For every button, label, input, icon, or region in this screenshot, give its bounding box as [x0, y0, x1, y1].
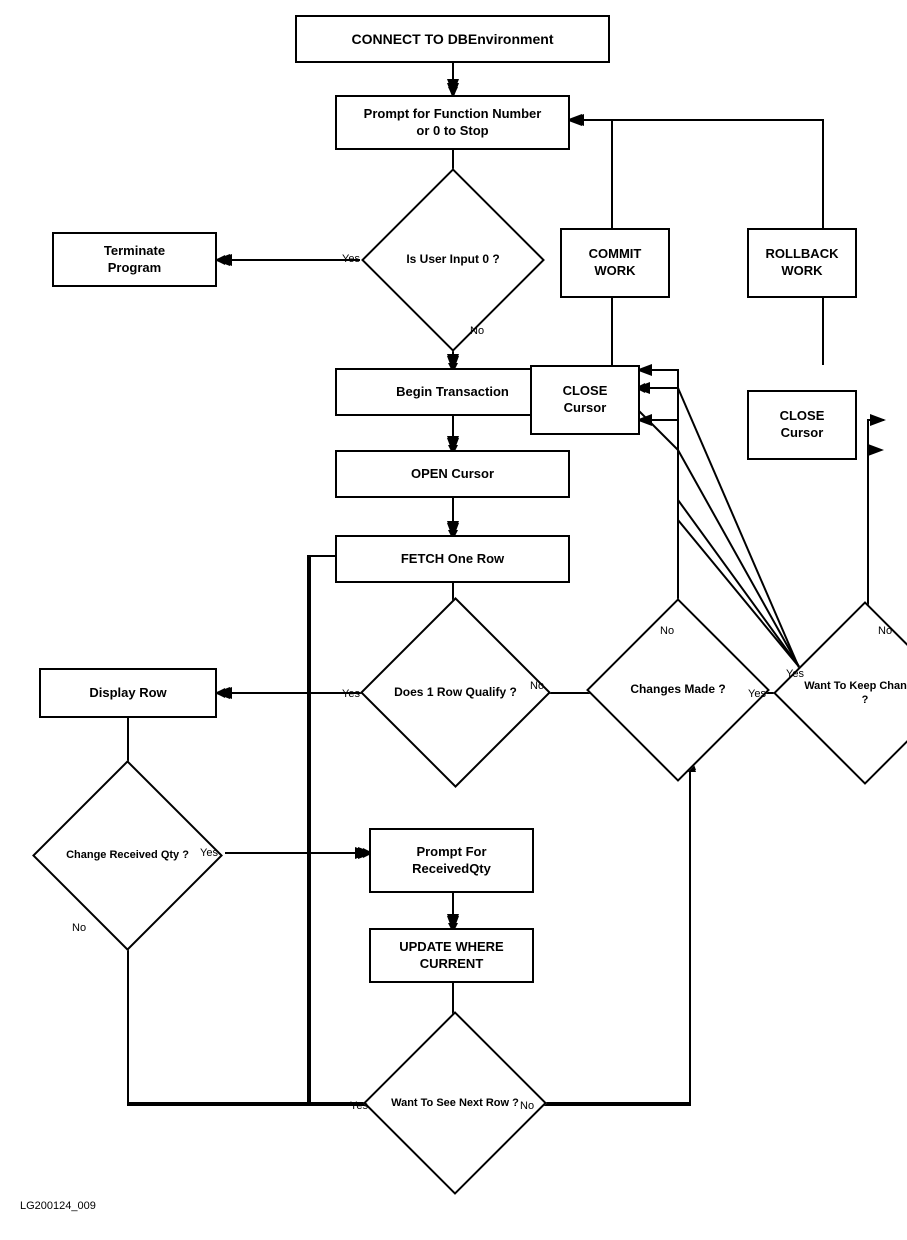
- does-qualify-diamond: Does 1 Row Qualify ?: [388, 625, 523, 760]
- changes-made-diamond: Changes Made ?: [613, 625, 743, 755]
- change-received-qty-diamond: Change Received Qty ?: [60, 788, 195, 923]
- change-qty-yes-label: Yes: [200, 847, 218, 859]
- is-user-yes-label: Yes: [342, 253, 360, 265]
- rollback-work-box: ROLLBACK WORK: [747, 228, 857, 298]
- display-row-box: Display Row: [39, 668, 217, 718]
- close-cursor-right-box: CLOSE Cursor: [747, 390, 857, 460]
- footnote: LG200124_009: [20, 1200, 96, 1212]
- fetch-one-row-box: FETCH One Row: [335, 535, 570, 583]
- does-qualify-yes-label: Yes: [342, 688, 360, 700]
- open-cursor-box: OPEN Cursor: [335, 450, 570, 498]
- commit-work-box: COMMIT WORK: [560, 228, 670, 298]
- connect-to-db-box: CONNECT TO DBEnvironment: [295, 15, 610, 63]
- want-to-see-yes-label: Yes: [350, 1100, 368, 1112]
- does-qualify-no-label: No: [530, 680, 544, 692]
- is-user-input-diamond: Is User Input 0 ?: [388, 195, 518, 325]
- close-cursor-left-box: CLOSE Cursor: [530, 365, 640, 435]
- prompt-received-qty-box: Prompt For ReceivedQty: [369, 828, 534, 893]
- flowchart-diagram: CONNECT TO DBEnvironment Prompt for Func…: [0, 0, 907, 1220]
- changes-made-yes-label: Yes: [748, 688, 766, 700]
- update-where-current-box: UPDATE WHERE CURRENT: [369, 928, 534, 983]
- changes-made-no-label: No: [660, 625, 674, 637]
- want-to-see-next-diamond: Want To See Next Row ?: [390, 1038, 520, 1168]
- terminate-box: Terminate Program: [52, 232, 217, 287]
- prompt-box: Prompt for Function Number or 0 to Stop: [335, 95, 570, 150]
- want-to-keep-no-label: No: [878, 625, 892, 637]
- change-qty-no-label: No: [72, 922, 86, 934]
- want-to-see-no-label: No: [520, 1100, 534, 1112]
- want-to-keep-diamond: Want To Keep Changes ?: [800, 628, 907, 758]
- is-user-no-label: No: [470, 325, 484, 337]
